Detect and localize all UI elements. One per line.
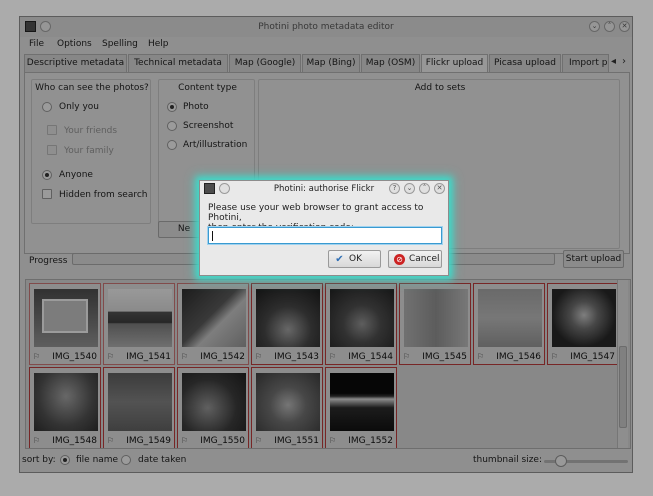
- dialog-close-icon[interactable]: ✕: [434, 183, 445, 194]
- verification-code-input[interactable]: [208, 227, 442, 244]
- dialog-maximize-icon[interactable]: ˄: [419, 183, 430, 194]
- authorise-flickr-dialog: Photini: authorise Flickr ? ⌄ ˄ ✕ Please…: [199, 180, 449, 276]
- dialog-message-line1: Please use your web browser to grant acc…: [208, 203, 424, 223]
- cancel-icon: ⊘: [394, 254, 405, 265]
- checkmark-icon: ✔: [335, 254, 344, 265]
- cancel-button[interactable]: ⊘ Cancel: [388, 250, 442, 268]
- ok-label: OK: [349, 254, 362, 264]
- dialog-help-icon[interactable]: ?: [389, 183, 400, 194]
- dialog-menu-icon[interactable]: [219, 183, 230, 194]
- dialog-titlebar[interactable]: Photini: authorise Flickr ? ⌄ ˄ ✕: [200, 181, 448, 197]
- dialog-app-icon: [204, 183, 215, 194]
- ok-button[interactable]: ✔ OK: [328, 250, 381, 268]
- text-caret: [212, 231, 213, 241]
- dialog-minimize-icon[interactable]: ⌄: [404, 183, 415, 194]
- cancel-label: Cancel: [409, 254, 440, 264]
- dialog-title: Photini: authorise Flickr: [273, 184, 375, 194]
